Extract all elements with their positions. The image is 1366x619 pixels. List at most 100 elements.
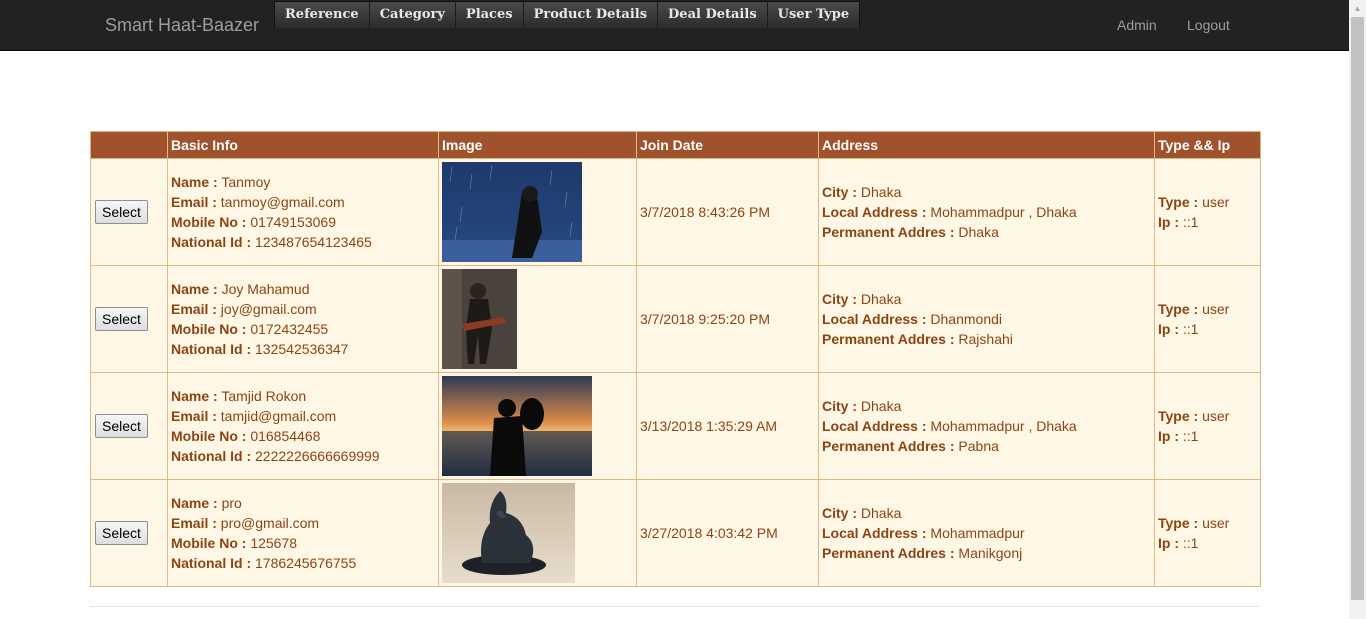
ip-value: ::1 bbox=[1182, 535, 1199, 551]
permanent-address-value: Dhaka bbox=[958, 224, 999, 240]
scroll-up-icon[interactable]: ▲ bbox=[1349, 0, 1366, 17]
brand-title[interactable]: Smart Haat-Baazer bbox=[105, 15, 259, 36]
local-address-label: Local Address : bbox=[822, 525, 927, 541]
user-photo-rain bbox=[442, 162, 582, 262]
type-ip-cell: Type : user Ip : ::1 bbox=[1154, 479, 1261, 587]
permanent-address-label: Permanent Addres : bbox=[822, 438, 955, 454]
select-cell: Select bbox=[90, 158, 168, 266]
select-button[interactable]: Select bbox=[95, 200, 148, 224]
type-value: user bbox=[1202, 301, 1230, 317]
city-label: City : bbox=[822, 505, 857, 521]
table-row: Select Name : Tamjid Rokon Email : tamji… bbox=[90, 372, 1261, 480]
select-cell: Select bbox=[90, 479, 168, 587]
admin-link[interactable]: Admin bbox=[1117, 17, 1157, 33]
permanent-address-value: Manikgonj bbox=[958, 545, 1023, 561]
image-cell bbox=[438, 372, 637, 480]
select-button[interactable]: Select bbox=[95, 521, 148, 545]
address-cell: City : Dhaka Local Address : Mohammadpur… bbox=[818, 158, 1155, 266]
type-ip-cell: Type : user Ip : ::1 bbox=[1154, 158, 1261, 266]
national-id-value: 132542536347 bbox=[255, 341, 349, 357]
logout-link[interactable]: Logout bbox=[1187, 17, 1230, 33]
national-id-value: 2222226666669999 bbox=[255, 448, 380, 464]
ip-label: Ip : bbox=[1158, 428, 1179, 444]
name-label: Name : bbox=[171, 388, 218, 404]
image-cell bbox=[438, 265, 637, 373]
join-date-cell: 3/7/2018 9:25:20 PM bbox=[636, 265, 819, 373]
city-value: Dhaka bbox=[860, 291, 902, 307]
national-id-label: National Id : bbox=[171, 448, 252, 464]
city-label: City : bbox=[822, 291, 857, 307]
type-value: user bbox=[1202, 194, 1230, 210]
vertical-scrollbar[interactable]: ▲ bbox=[1349, 0, 1366, 619]
select-cell: Select bbox=[90, 372, 168, 480]
type-label: Type : bbox=[1158, 301, 1199, 317]
name-label: Name : bbox=[171, 281, 218, 297]
mobile-label: Mobile No : bbox=[171, 535, 247, 551]
local-address-value: Mohammadpur , Dhaka bbox=[930, 418, 1077, 434]
top-navbar: Smart Haat-Baazer Reference Category Pla… bbox=[0, 0, 1349, 51]
email-label: Email : bbox=[171, 194, 217, 210]
table-header-row: Basic Info Image Join Date Address Type … bbox=[90, 131, 1261, 159]
email-value: tanmoy@gmail.com bbox=[220, 194, 345, 210]
name-value: Tamjid Rokon bbox=[221, 388, 307, 404]
menu-item-deal-details[interactable]: Deal Details bbox=[658, 2, 768, 28]
menu-item-product-details[interactable]: Product Details bbox=[523, 2, 659, 28]
user-photo-guitar bbox=[442, 269, 517, 369]
permanent-address-label: Permanent Addres : bbox=[822, 331, 955, 347]
select-button[interactable]: Select bbox=[95, 414, 148, 438]
type-value: user bbox=[1202, 408, 1230, 424]
select-button[interactable]: Select bbox=[95, 307, 148, 331]
city-value: Dhaka bbox=[860, 505, 902, 521]
local-address-label: Local Address : bbox=[822, 311, 927, 327]
city-label: City : bbox=[822, 398, 857, 414]
column-header-image: Image bbox=[438, 131, 637, 159]
menu-item-user-type[interactable]: User Type bbox=[767, 2, 860, 28]
permanent-address-value: Pabna bbox=[958, 438, 999, 454]
name-value: Tanmoy bbox=[221, 174, 271, 190]
local-address-label: Local Address : bbox=[822, 418, 927, 434]
users-table: Basic Info Image Join Date Address Type … bbox=[90, 131, 1261, 587]
type-label: Type : bbox=[1158, 408, 1199, 424]
basic-info-cell: Name : pro Email : pro@gmail.com Mobile … bbox=[167, 479, 439, 587]
main-menu: Reference Category Places Product Detail… bbox=[274, 1, 861, 28]
mobile-value: 0172432455 bbox=[250, 321, 329, 337]
city-value: Dhaka bbox=[860, 184, 902, 200]
table-row: Select Name : Tanmoy Email : tanmoy@gmai… bbox=[90, 158, 1261, 266]
city-value: Dhaka bbox=[860, 398, 902, 414]
permanent-address-label: Permanent Addres : bbox=[822, 545, 955, 561]
column-header-join-date: Join Date bbox=[636, 131, 819, 159]
menu-item-places[interactable]: Places bbox=[455, 2, 524, 28]
mobile-value: 125678 bbox=[250, 535, 298, 551]
national-id-value: 1786245676755 bbox=[255, 555, 357, 571]
email-value: joy@gmail.com bbox=[220, 301, 317, 317]
address-cell: City : Dhaka Local Address : Mohammadpur… bbox=[818, 479, 1155, 587]
mobile-label: Mobile No : bbox=[171, 428, 247, 444]
name-value: Joy Mahamud bbox=[221, 281, 310, 297]
email-label: Email : bbox=[171, 408, 217, 424]
national-id-label: National Id : bbox=[171, 341, 252, 357]
local-address-label: Local Address : bbox=[822, 204, 927, 220]
type-ip-cell: Type : user Ip : ::1 bbox=[1154, 265, 1261, 373]
type-value: user bbox=[1202, 515, 1230, 531]
permanent-address-label: Permanent Addres : bbox=[822, 224, 955, 240]
table-row: Select Name : Joy Mahamud Email : joy@gm… bbox=[90, 265, 1261, 373]
national-id-label: National Id : bbox=[171, 555, 252, 571]
type-label: Type : bbox=[1158, 194, 1199, 210]
menu-item-reference[interactable]: Reference bbox=[275, 2, 370, 28]
name-value: pro bbox=[221, 495, 242, 511]
ip-label: Ip : bbox=[1158, 321, 1179, 337]
divider bbox=[90, 606, 1260, 607]
menu-item-category[interactable]: Category bbox=[369, 2, 456, 28]
email-value: tamjid@gmail.com bbox=[220, 408, 337, 424]
image-cell bbox=[438, 479, 637, 587]
column-header-type-ip: Type && Ip bbox=[1154, 131, 1261, 159]
local-address-value: Dhanmondi bbox=[930, 311, 1003, 327]
column-header-select bbox=[90, 131, 168, 159]
join-date-cell: 3/27/2018 4:03:42 PM bbox=[636, 479, 819, 587]
ip-value: ::1 bbox=[1182, 214, 1199, 230]
scroll-thumb[interactable] bbox=[1351, 17, 1364, 600]
ip-label: Ip : bbox=[1158, 535, 1179, 551]
column-header-basic-info: Basic Info bbox=[167, 131, 439, 159]
ip-label: Ip : bbox=[1158, 214, 1179, 230]
local-address-value: Mohammadpur , Dhaka bbox=[930, 204, 1077, 220]
